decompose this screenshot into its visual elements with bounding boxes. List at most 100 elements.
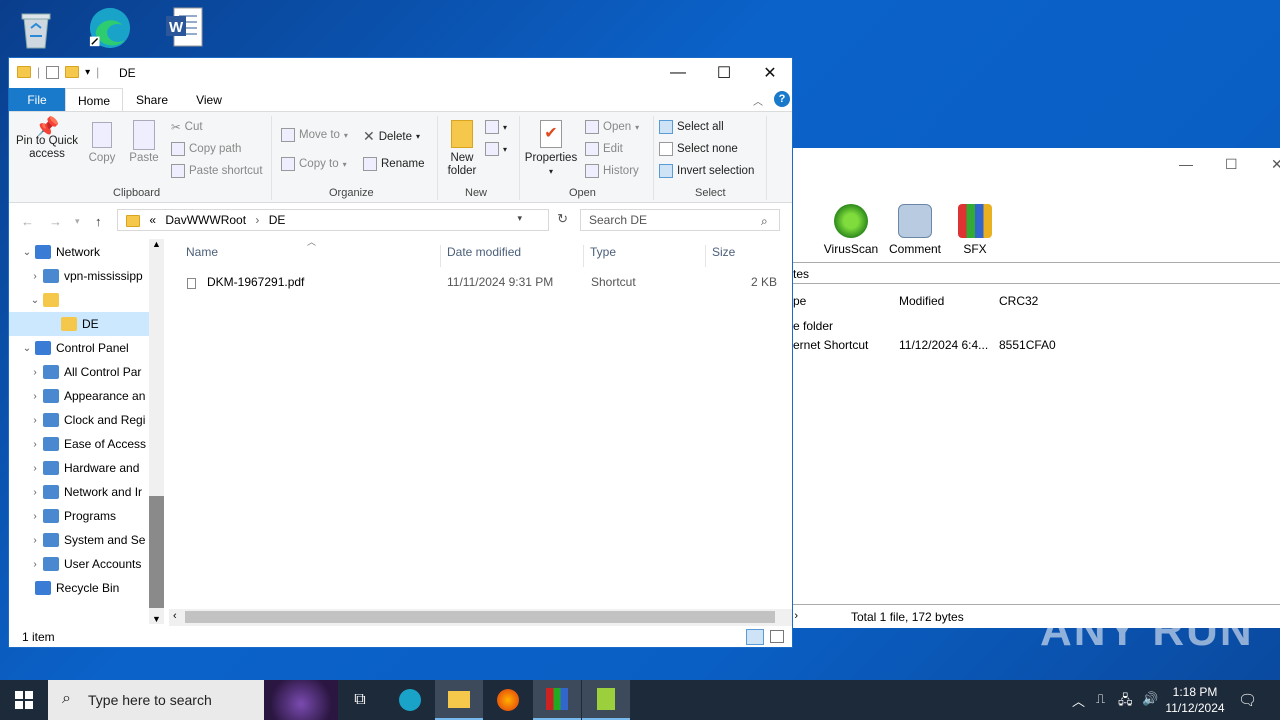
chevron-right-icon[interactable]: ›: [27, 535, 43, 546]
maximize-button[interactable]: ☐: [701, 58, 747, 88]
chevron-right-icon[interactable]: ›: [27, 463, 43, 474]
network-icon[interactable]: 🖧: [1118, 691, 1133, 713]
scroll-left-icon[interactable]: ‹: [173, 610, 177, 622]
scroll-down-icon[interactable]: ▼: [152, 614, 161, 624]
select-none-button[interactable]: Select none: [659, 142, 738, 156]
properties-button[interactable]: ✔ Properties ▾: [523, 120, 579, 178]
chevron-down-icon[interactable]: ⌄: [19, 343, 35, 354]
network-status-icon[interactable]: ⎍: [1096, 691, 1105, 707]
nav-scrollbar[interactable]: ▲ ▼: [149, 239, 164, 624]
start-button[interactable]: [0, 680, 48, 720]
nav-item[interactable]: › All Control Par: [9, 360, 149, 384]
up-arrow-icon[interactable]: ↑: [95, 214, 102, 229]
taskbar-notepad[interactable]: [582, 680, 630, 720]
column-type[interactable]: Type: [584, 245, 706, 267]
chevron-right-icon[interactable]: ›: [27, 511, 43, 522]
taskbar-search-input[interactable]: ⌕ Type here to search: [48, 680, 338, 720]
refresh-icon[interactable]: ↻: [557, 211, 568, 227]
nav-item[interactable]: ⌄ Control Panel: [9, 336, 149, 360]
properties-qa-icon[interactable]: [46, 65, 60, 79]
winrar-col-crc[interactable]: CRC32: [999, 294, 1038, 308]
recent-locations-icon[interactable]: ▾: [75, 216, 80, 227]
volume-icon[interactable]: 🔊: [1142, 691, 1158, 707]
word-icon[interactable]: W: [162, 6, 206, 50]
new-folder-qa-icon[interactable]: [65, 66, 80, 78]
file-hscroll-thumb[interactable]: [185, 611, 775, 623]
column-size[interactable]: Size: [706, 245, 782, 267]
new-item-button[interactable]: ▾: [485, 120, 507, 134]
chevron-right-icon[interactable]: ›: [27, 487, 43, 498]
pin-quick-access-button[interactable]: 📌 Pin to Quick access: [15, 118, 79, 161]
winrar-close-button[interactable]: ✕: [1271, 156, 1280, 173]
address-dropdown-icon[interactable]: ▾: [517, 213, 522, 224]
chevron-right-icon[interactable]: ›: [27, 415, 43, 426]
customize-qa-icon[interactable]: ▾: [85, 67, 90, 78]
chevron-right-icon[interactable]: ›: [27, 271, 43, 282]
breadcrumb-de[interactable]: DE: [269, 213, 286, 227]
easy-access-button[interactable]: ▾: [485, 142, 507, 156]
taskbar-firefox[interactable]: [484, 680, 532, 720]
nav-item[interactable]: › Ease of Access: [9, 432, 149, 456]
winrar-col-modified[interactable]: Modified: [899, 294, 944, 308]
nav-item[interactable]: › Clock and Regi: [9, 408, 149, 432]
nav-item[interactable]: ⌄: [9, 288, 149, 312]
show-hidden-icons[interactable]: ︿: [1072, 691, 1085, 710]
nav-scroll-thumb[interactable]: [149, 496, 164, 608]
winrar-col-type[interactable]: pe: [793, 294, 806, 308]
edit-button[interactable]: Edit: [585, 142, 623, 156]
winrar-row-type[interactable]: e folder: [793, 319, 833, 333]
nav-item[interactable]: › vpn-mississipp: [9, 264, 149, 288]
chevron-right-icon[interactable]: ›: [27, 367, 43, 378]
chevron-right-icon[interactable]: ›: [27, 439, 43, 450]
breadcrumb-separator-icon[interactable]: ›: [255, 213, 259, 227]
sfx-button[interactable]: SFX: [945, 204, 1005, 256]
recycle-bin-icon[interactable]: [14, 8, 58, 52]
file-row[interactable]: DKM-1967291.pdf 11/11/2024 9:31 PM Short…: [169, 272, 789, 292]
column-name[interactable]: Name: [169, 245, 441, 267]
file-hscrollbar[interactable]: ‹ ›: [169, 609, 798, 626]
title-bar[interactable]: | ▾ | DE — ☐ ✕: [9, 58, 792, 88]
scroll-right-icon[interactable]: ›: [794, 610, 798, 622]
nav-item[interactable]: ⌄ Network: [9, 240, 149, 264]
copy-button[interactable]: Copy: [85, 122, 119, 165]
winrar-minimize-button[interactable]: —: [1179, 156, 1193, 172]
chevron-down-icon[interactable]: ⌄: [19, 247, 35, 258]
search-input[interactable]: Search DE: [580, 209, 780, 231]
virusscan-button[interactable]: VirusScan: [821, 204, 881, 256]
edge-icon[interactable]: [88, 6, 132, 50]
close-button[interactable]: ✕: [747, 58, 793, 88]
taskbar-file-explorer[interactable]: [435, 680, 483, 720]
nav-item[interactable]: › Hardware and: [9, 456, 149, 480]
nav-item[interactable]: › Appearance an: [9, 384, 149, 408]
task-view-button[interactable]: ⧉: [336, 680, 384, 720]
forward-arrow-icon[interactable]: →: [49, 214, 62, 229]
history-button[interactable]: History: [585, 164, 639, 178]
scroll-up-icon[interactable]: ▲: [152, 239, 161, 249]
notifications-icon[interactable]: 🗨: [1238, 691, 1257, 709]
copy-path-button[interactable]: Copy path: [171, 142, 241, 156]
clock[interactable]: 1:18 PM 11/12/2024: [1160, 684, 1230, 716]
new-folder-button[interactable]: New folder: [443, 120, 481, 178]
large-icons-view-icon[interactable]: [770, 630, 784, 643]
paste-shortcut-button[interactable]: Paste shortcut: [171, 164, 263, 178]
chevron-right-icon[interactable]: ›: [27, 391, 43, 402]
delete-button[interactable]: ✕ Delete ▾: [363, 128, 420, 145]
nav-item[interactable]: › User Accounts: [9, 552, 149, 576]
column-date-modified[interactable]: Date modified: [441, 245, 584, 267]
cut-button[interactable]: ✂ Cut: [171, 120, 203, 134]
nav-item[interactable]: › System and Se: [9, 528, 149, 552]
chevron-down-icon[interactable]: ⌄: [27, 295, 43, 306]
address-box[interactable]: « DavWWWRoot › DE ▾ ↻: [117, 209, 568, 231]
select-all-button[interactable]: Select all: [659, 120, 724, 134]
copy-to-button[interactable]: Copy to ▾: [281, 157, 347, 171]
taskbar-winrar[interactable]: [533, 680, 581, 720]
open-button[interactable]: Open ▾: [585, 120, 639, 134]
winrar-maximize-button[interactable]: ☐: [1225, 156, 1238, 173]
winrar-row-type[interactable]: ernet Shortcut: [793, 338, 868, 352]
details-view-icon[interactable]: [746, 629, 764, 645]
nav-item[interactable]: › Network and Ir: [9, 480, 149, 504]
tab-share[interactable]: Share: [131, 88, 173, 112]
tab-file[interactable]: File: [9, 88, 65, 112]
nav-item[interactable]: DE: [9, 312, 149, 336]
nav-item[interactable]: › Programs: [9, 504, 149, 528]
